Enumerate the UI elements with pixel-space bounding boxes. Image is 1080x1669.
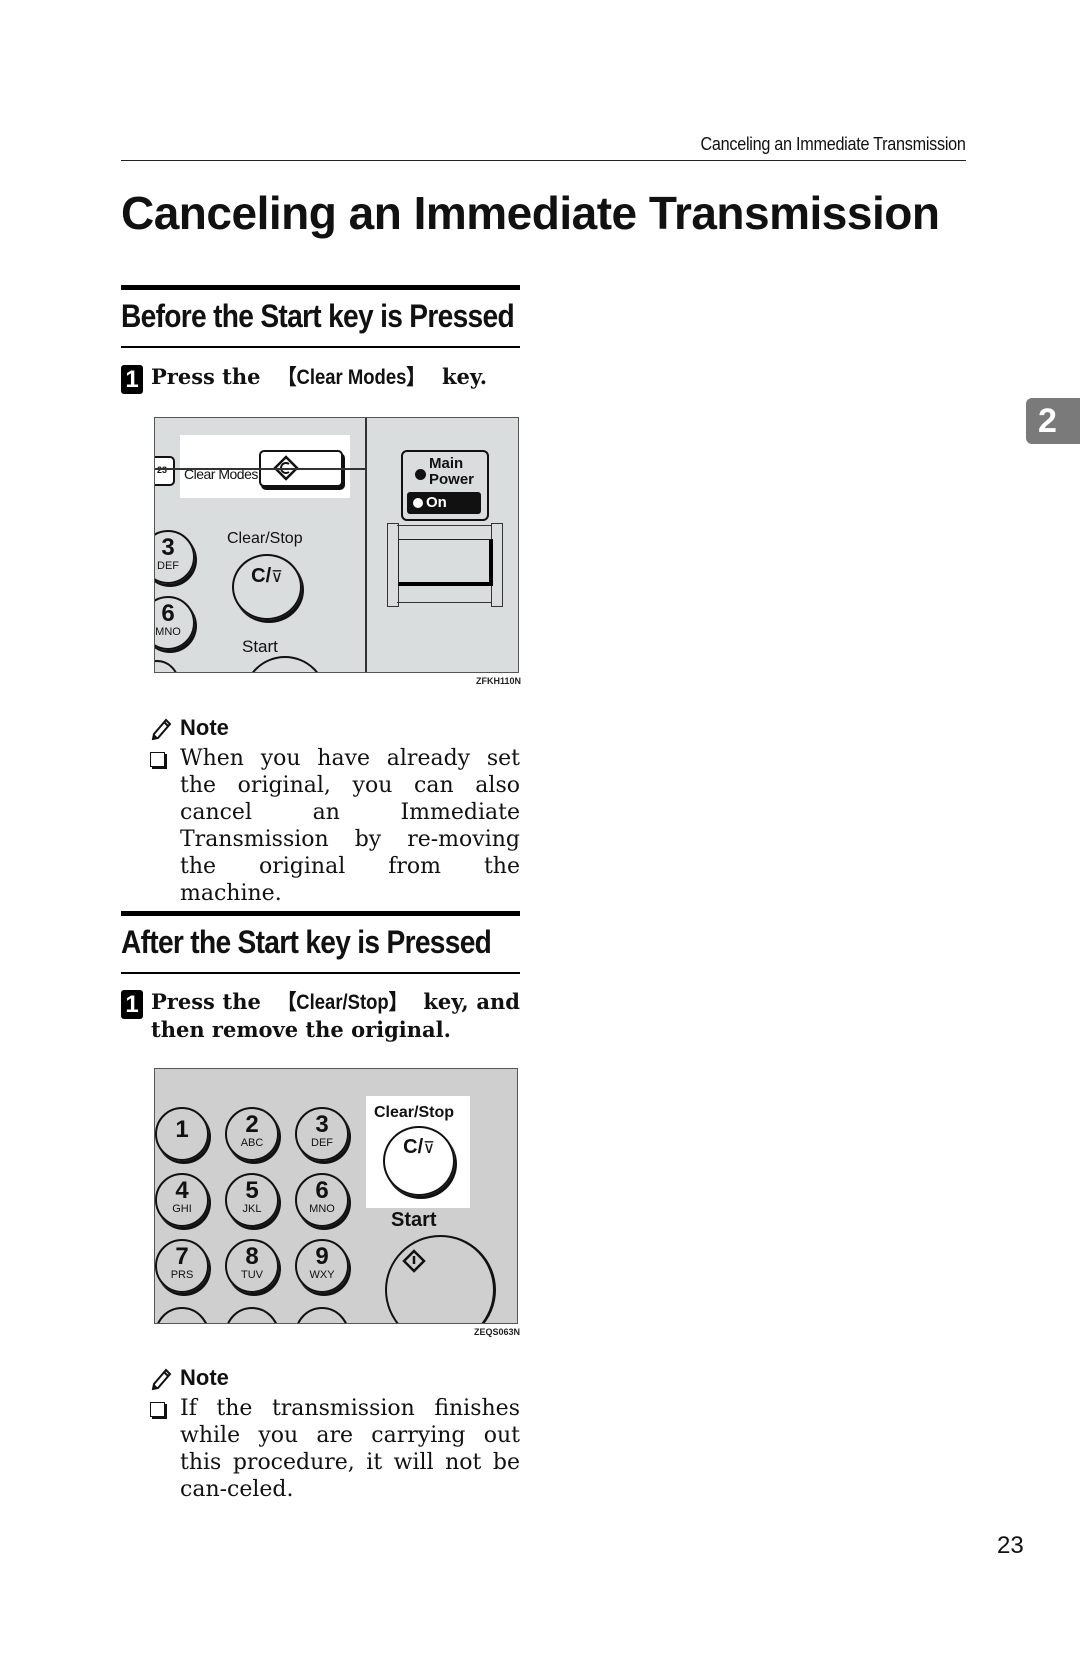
on-label: On	[426, 494, 447, 511]
step-text-prefix: Press the	[151, 989, 269, 1014]
step-1-before: 1 Press the 【Clear Modes】 key.	[121, 363, 520, 394]
main-power-indicator: Main Power On	[401, 450, 489, 521]
figure-code: ZEQS063N	[474, 1327, 521, 1337]
stop-icon: ⊽	[423, 1140, 435, 1157]
note-item: If the transmission finishes while you a…	[150, 1395, 520, 1503]
keypad-key-4: 4 GHI	[155, 1173, 209, 1227]
main-power-led	[415, 469, 426, 480]
checkbox-bullet-icon	[150, 752, 165, 767]
keypad-key-3: 3 DEF	[295, 1107, 349, 1161]
note-2: Note If the transmission finishes while …	[150, 1365, 520, 1503]
on-indicator: On	[407, 492, 481, 514]
note-heading: Note	[150, 1365, 520, 1391]
start-key-partial	[243, 656, 327, 672]
keypad-key-6: 6 MNO	[295, 1173, 349, 1227]
step-number: 1	[121, 990, 143, 1019]
chapter-tab[interactable]: 2	[1026, 398, 1080, 444]
panel-line	[155, 468, 365, 470]
pencil-icon	[151, 1368, 172, 1390]
step-instruction: Press the 【Clear Modes】 key.	[151, 363, 520, 391]
step-text-prefix: Press the	[151, 364, 268, 389]
section-heading-before-start: Before the Start key is Pressed	[121, 285, 520, 349]
note-text: If the transmission finishes while you a…	[180, 1396, 520, 1502]
checkbox-bullet-icon	[150, 1402, 165, 1417]
start-icon	[402, 1249, 426, 1273]
keypad-key-7: 7 PRS	[155, 1239, 209, 1293]
pencil-icon	[151, 718, 172, 740]
main-power-label: Main Power	[429, 455, 475, 488]
figure-code: ZFKH110N	[476, 676, 522, 686]
running-header-title: Canceling an Immediate Transmission	[700, 134, 966, 154]
keypad-key-1: 1	[155, 1107, 209, 1161]
step-text-suffix: key.	[434, 364, 488, 389]
keypad-key-8: 8 TUV	[225, 1239, 279, 1293]
section-rule-bottom	[121, 971, 520, 975]
main-power-switch	[398, 539, 493, 586]
clear-stop-key: C/⊽	[383, 1126, 455, 1196]
panel-divider	[365, 418, 367, 672]
control-panel-figure-2: 1 2 ABC 3 DEF 4 GHI 5 JKL 6 MNO 7 PRS 8 TUV 9 WXY Clear/…	[154, 1068, 518, 1324]
clear-stop-label: Clear/Stop	[227, 530, 303, 547]
stop-icon: ⊽	[271, 569, 283, 586]
step-instruction: Press the 【Clear/Stop】 key, and then rem…	[151, 988, 520, 1043]
note-1: Note When you have already set the origi…	[150, 715, 520, 907]
keypad-key-6: 6 MNO	[155, 596, 195, 650]
section-title: Before the Start key is Pressed	[121, 298, 515, 334]
keypad-key-9: 9 WXY	[295, 1239, 349, 1293]
page-title: Canceling an Immediate Transmission	[121, 187, 940, 239]
keypad-key-3: 3 DEF	[155, 530, 195, 584]
note-heading-label: Note	[180, 1365, 229, 1390]
keypad-key-partial	[225, 1307, 279, 1323]
step-number: 1	[121, 365, 143, 394]
keypad-key-partial	[155, 660, 179, 672]
control-panel-figure-1: 23 Clear Modes 3 DEF 6 MNO Clear/Stop C/⊽ …	[154, 417, 519, 673]
start-key	[385, 1235, 496, 1323]
note-heading: Note	[150, 715, 520, 741]
start-label: Start	[391, 1209, 437, 1231]
keypad-key-5: 5 JKL	[225, 1173, 279, 1227]
on-led	[413, 498, 423, 508]
clear-stop-label: Clear/Stop	[374, 1104, 455, 1121]
step-1-after: 1 Press the 【Clear/Stop】 key, and then r…	[121, 988, 520, 1043]
note-item: When you have already set the original, …	[150, 745, 520, 907]
note-text: When you have already set the original, …	[180, 746, 520, 906]
keypad-key-partial	[295, 1307, 349, 1323]
start-label: Start	[242, 637, 278, 656]
keypad-key-partial	[155, 1307, 209, 1323]
key-name-clear-modes: 【Clear Modes】	[277, 366, 425, 389]
running-header: Canceling an Immediate Transmission	[121, 130, 966, 161]
key-name-clear-stop: 【Clear/Stop】	[277, 991, 407, 1014]
section-heading-after-start: After the Start key is Pressed	[121, 911, 520, 975]
clear-stop-key: C/⊽	[232, 554, 302, 620]
note-heading-label: Note	[180, 715, 229, 740]
keypad-key-2: 2 ABC	[225, 1107, 279, 1161]
section-rule-bottom	[121, 345, 520, 349]
small-key: 23	[155, 456, 175, 486]
section-title: After the Start key is Pressed	[121, 924, 492, 960]
page-number: 23	[997, 1532, 1024, 1559]
